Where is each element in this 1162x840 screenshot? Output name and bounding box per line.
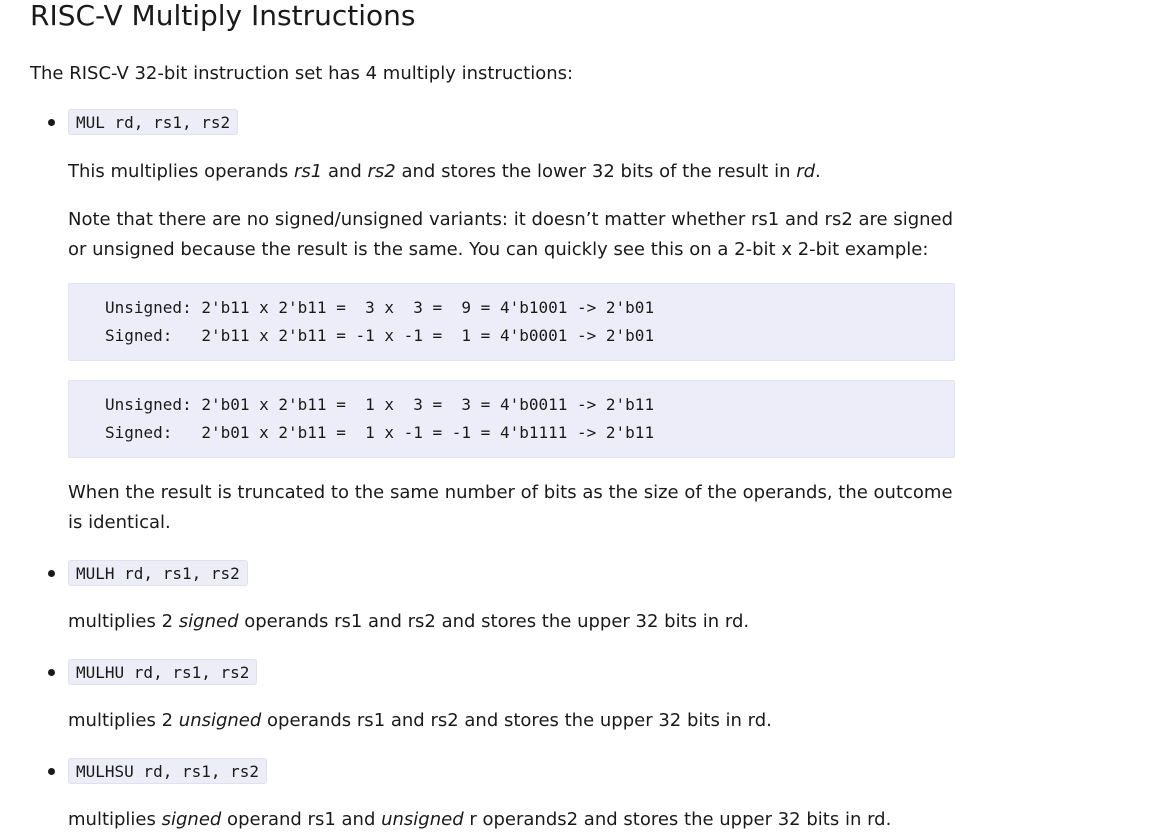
code-example-2: Unsigned: 2'b01 x 2'b11 = 1 x 3 = 3 = 4'… xyxy=(68,380,955,458)
mulh-desc-signed: signed xyxy=(178,611,239,632)
list-bullet xyxy=(48,669,55,676)
mulhu-desc-unsigned: unsigned xyxy=(178,710,262,731)
mul-desc-text: and xyxy=(322,161,368,182)
mul-desc-rs2: rs2 xyxy=(367,161,396,182)
mulhu-description: multiplies 2 unsigned operands rs1 and r… xyxy=(68,706,968,736)
mul-desc-text: . xyxy=(815,161,821,182)
mulhu-desc-text: multiplies 2 xyxy=(68,710,179,731)
mul-code: MUL rd, rs1, rs2 xyxy=(68,109,239,135)
code-example-1: Unsigned: 2'b11 x 2'b11 = 3 x 3 = 9 = 4'… xyxy=(68,283,955,361)
list-bullet xyxy=(48,768,55,775)
document-page: RISC-V Multiply Instructions The RISC-V … xyxy=(0,0,1162,840)
mulh-code: MULH rd, rs1, rs2 xyxy=(68,560,248,586)
code-line: Unsigned: 2'b11 x 2'b11 = 3 x 3 = 9 = 4'… xyxy=(105,298,655,317)
mulhsu-code: MULHSU rd, rs1, rs2 xyxy=(68,758,268,784)
mul-desc-text: and stores the lower 32 bits of the resu… xyxy=(395,161,797,182)
mulhsu-description: multiplies signed operand rs1 and unsign… xyxy=(68,805,968,835)
mulh-desc-text: operands rs1 and rs2 and stores the uppe… xyxy=(238,611,750,632)
mulhsu-desc-text: operand rs1 and xyxy=(221,809,382,830)
mulhu-code: MULHU rd, rs1, rs2 xyxy=(68,659,258,685)
list-bullet xyxy=(48,570,55,577)
code-line: Signed: 2'b11 x 2'b11 = -1 x -1 = 1 = 4'… xyxy=(105,326,655,345)
mulhsu-desc-text: r operands2 and stores the upper 32 bits… xyxy=(463,809,892,830)
code-line: Unsigned: 2'b01 x 2'b11 = 1 x 3 = 3 = 4'… xyxy=(105,395,655,414)
intro-text: The RISC-V 32-bit instruction set has 4 … xyxy=(30,63,574,84)
mul-desc-rd: rd xyxy=(796,161,816,182)
mulhsu-desc-signed: signed xyxy=(161,809,222,830)
mul-desc-rs1: rs1 xyxy=(293,161,323,182)
list-bullet xyxy=(48,119,55,126)
mul-note: Note that there are no signed/unsigned v… xyxy=(68,209,954,260)
mulh-desc-text: multiplies 2 xyxy=(68,611,179,632)
mulh-description: multiplies 2 signed operands rs1 and rs2… xyxy=(68,607,968,637)
mulhsu-desc-text: multiplies xyxy=(68,809,162,830)
mul-description: This multiplies operands rs1 and rs2 and… xyxy=(68,157,968,187)
mulhu-desc-text: operands rs1 and rs2 and stores the uppe… xyxy=(261,710,772,731)
page-title: RISC-V Multiply Instructions xyxy=(30,0,416,32)
mulhsu-desc-unsigned: unsigned xyxy=(381,809,464,830)
code-line: Signed: 2'b01 x 2'b11 = 1 x -1 = -1 = 4'… xyxy=(105,423,655,442)
mul-conclusion: When the result is truncated to the same… xyxy=(68,482,953,533)
mul-desc-text: This multiplies operands xyxy=(68,161,294,182)
